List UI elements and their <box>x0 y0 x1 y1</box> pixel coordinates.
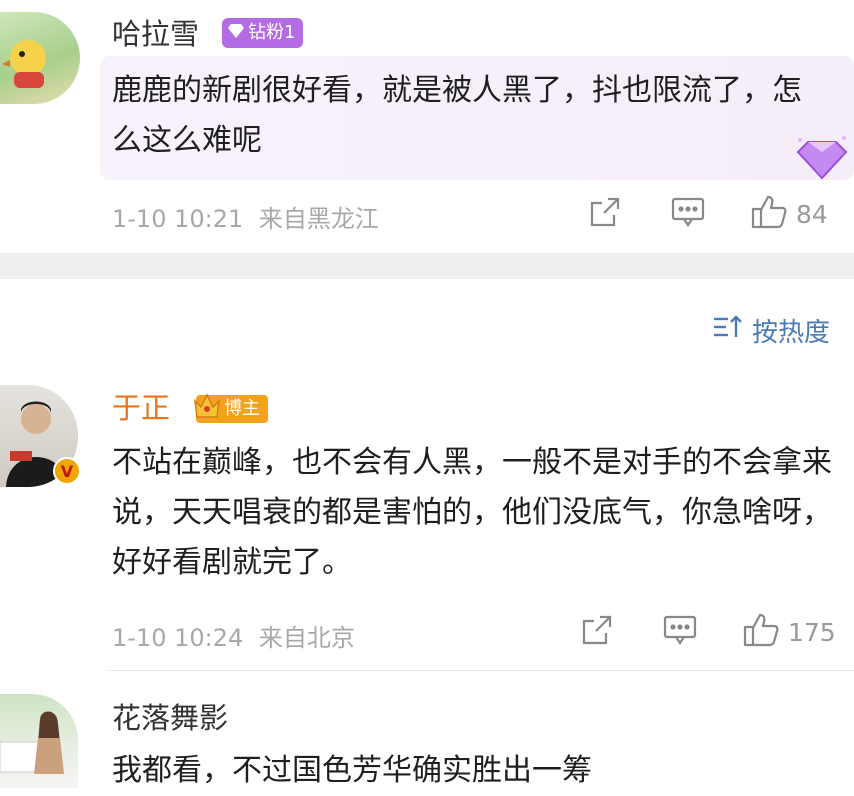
diamond-sticker-icon <box>794 134 850 184</box>
comment-actions: 175 <box>580 612 836 652</box>
comment-text: 鹿鹿的新剧很好看，就是被人黑了，抖也限流了，怎么这么难呢 <box>112 73 802 158</box>
comment-divider <box>108 670 854 671</box>
sort-toggle[interactable]: 按热度 <box>712 312 830 349</box>
comment-location: 来自北京 <box>258 624 355 652</box>
comment-meta: 1-10 10:21 来自黑龙江 <box>112 199 379 234</box>
avatar-image <box>2 40 46 88</box>
blogger-badge-label: 博主 <box>224 398 260 419</box>
crown-icon <box>192 391 222 434</box>
like-icon[interactable] <box>750 194 788 234</box>
verified-label: V <box>61 462 74 481</box>
username[interactable]: 于正 <box>112 390 170 426</box>
comment-time: 1-10 10:24 <box>112 624 244 652</box>
username[interactable]: 花落舞影 <box>112 700 228 736</box>
comment-icon[interactable] <box>662 613 698 651</box>
comment-meta: 1-10 10:24 来自北京 <box>112 618 355 653</box>
avatar[interactable] <box>0 12 80 104</box>
section-divider <box>0 253 854 279</box>
comment-time: 1-10 10:21 <box>112 205 244 233</box>
username[interactable]: 哈拉雪 <box>112 16 199 52</box>
diamond-icon <box>228 18 244 48</box>
like-count: 175 <box>788 617 836 647</box>
comment-text: 我都看，不过国色芳华确实胜出一筹 <box>112 753 592 788</box>
comment-location: 来自黑龙江 <box>258 205 379 233</box>
share-icon[interactable] <box>580 613 614 651</box>
fan-badge-label: 钻粉1 <box>248 22 296 43</box>
blogger-badge: 博主 <box>193 393 268 423</box>
avatar[interactable] <box>0 694 78 788</box>
sort-label: 按热度 <box>752 318 831 348</box>
fan-badge: 钻粉1 <box>222 18 304 48</box>
avatar-image <box>0 711 64 774</box>
verified-icon: V <box>52 456 82 490</box>
like-count: 84 <box>796 199 828 229</box>
comment-actions: 84 <box>588 194 828 234</box>
like-icon[interactable] <box>742 612 780 652</box>
share-icon[interactable] <box>588 195 622 233</box>
sort-icon <box>712 313 746 348</box>
comment-text: 不站在巅峰，也不会有人黑，一般不是对手的不会拿来说，天天唱衰的都是害怕的，他们没… <box>112 445 832 580</box>
comment-icon[interactable] <box>670 195 706 233</box>
